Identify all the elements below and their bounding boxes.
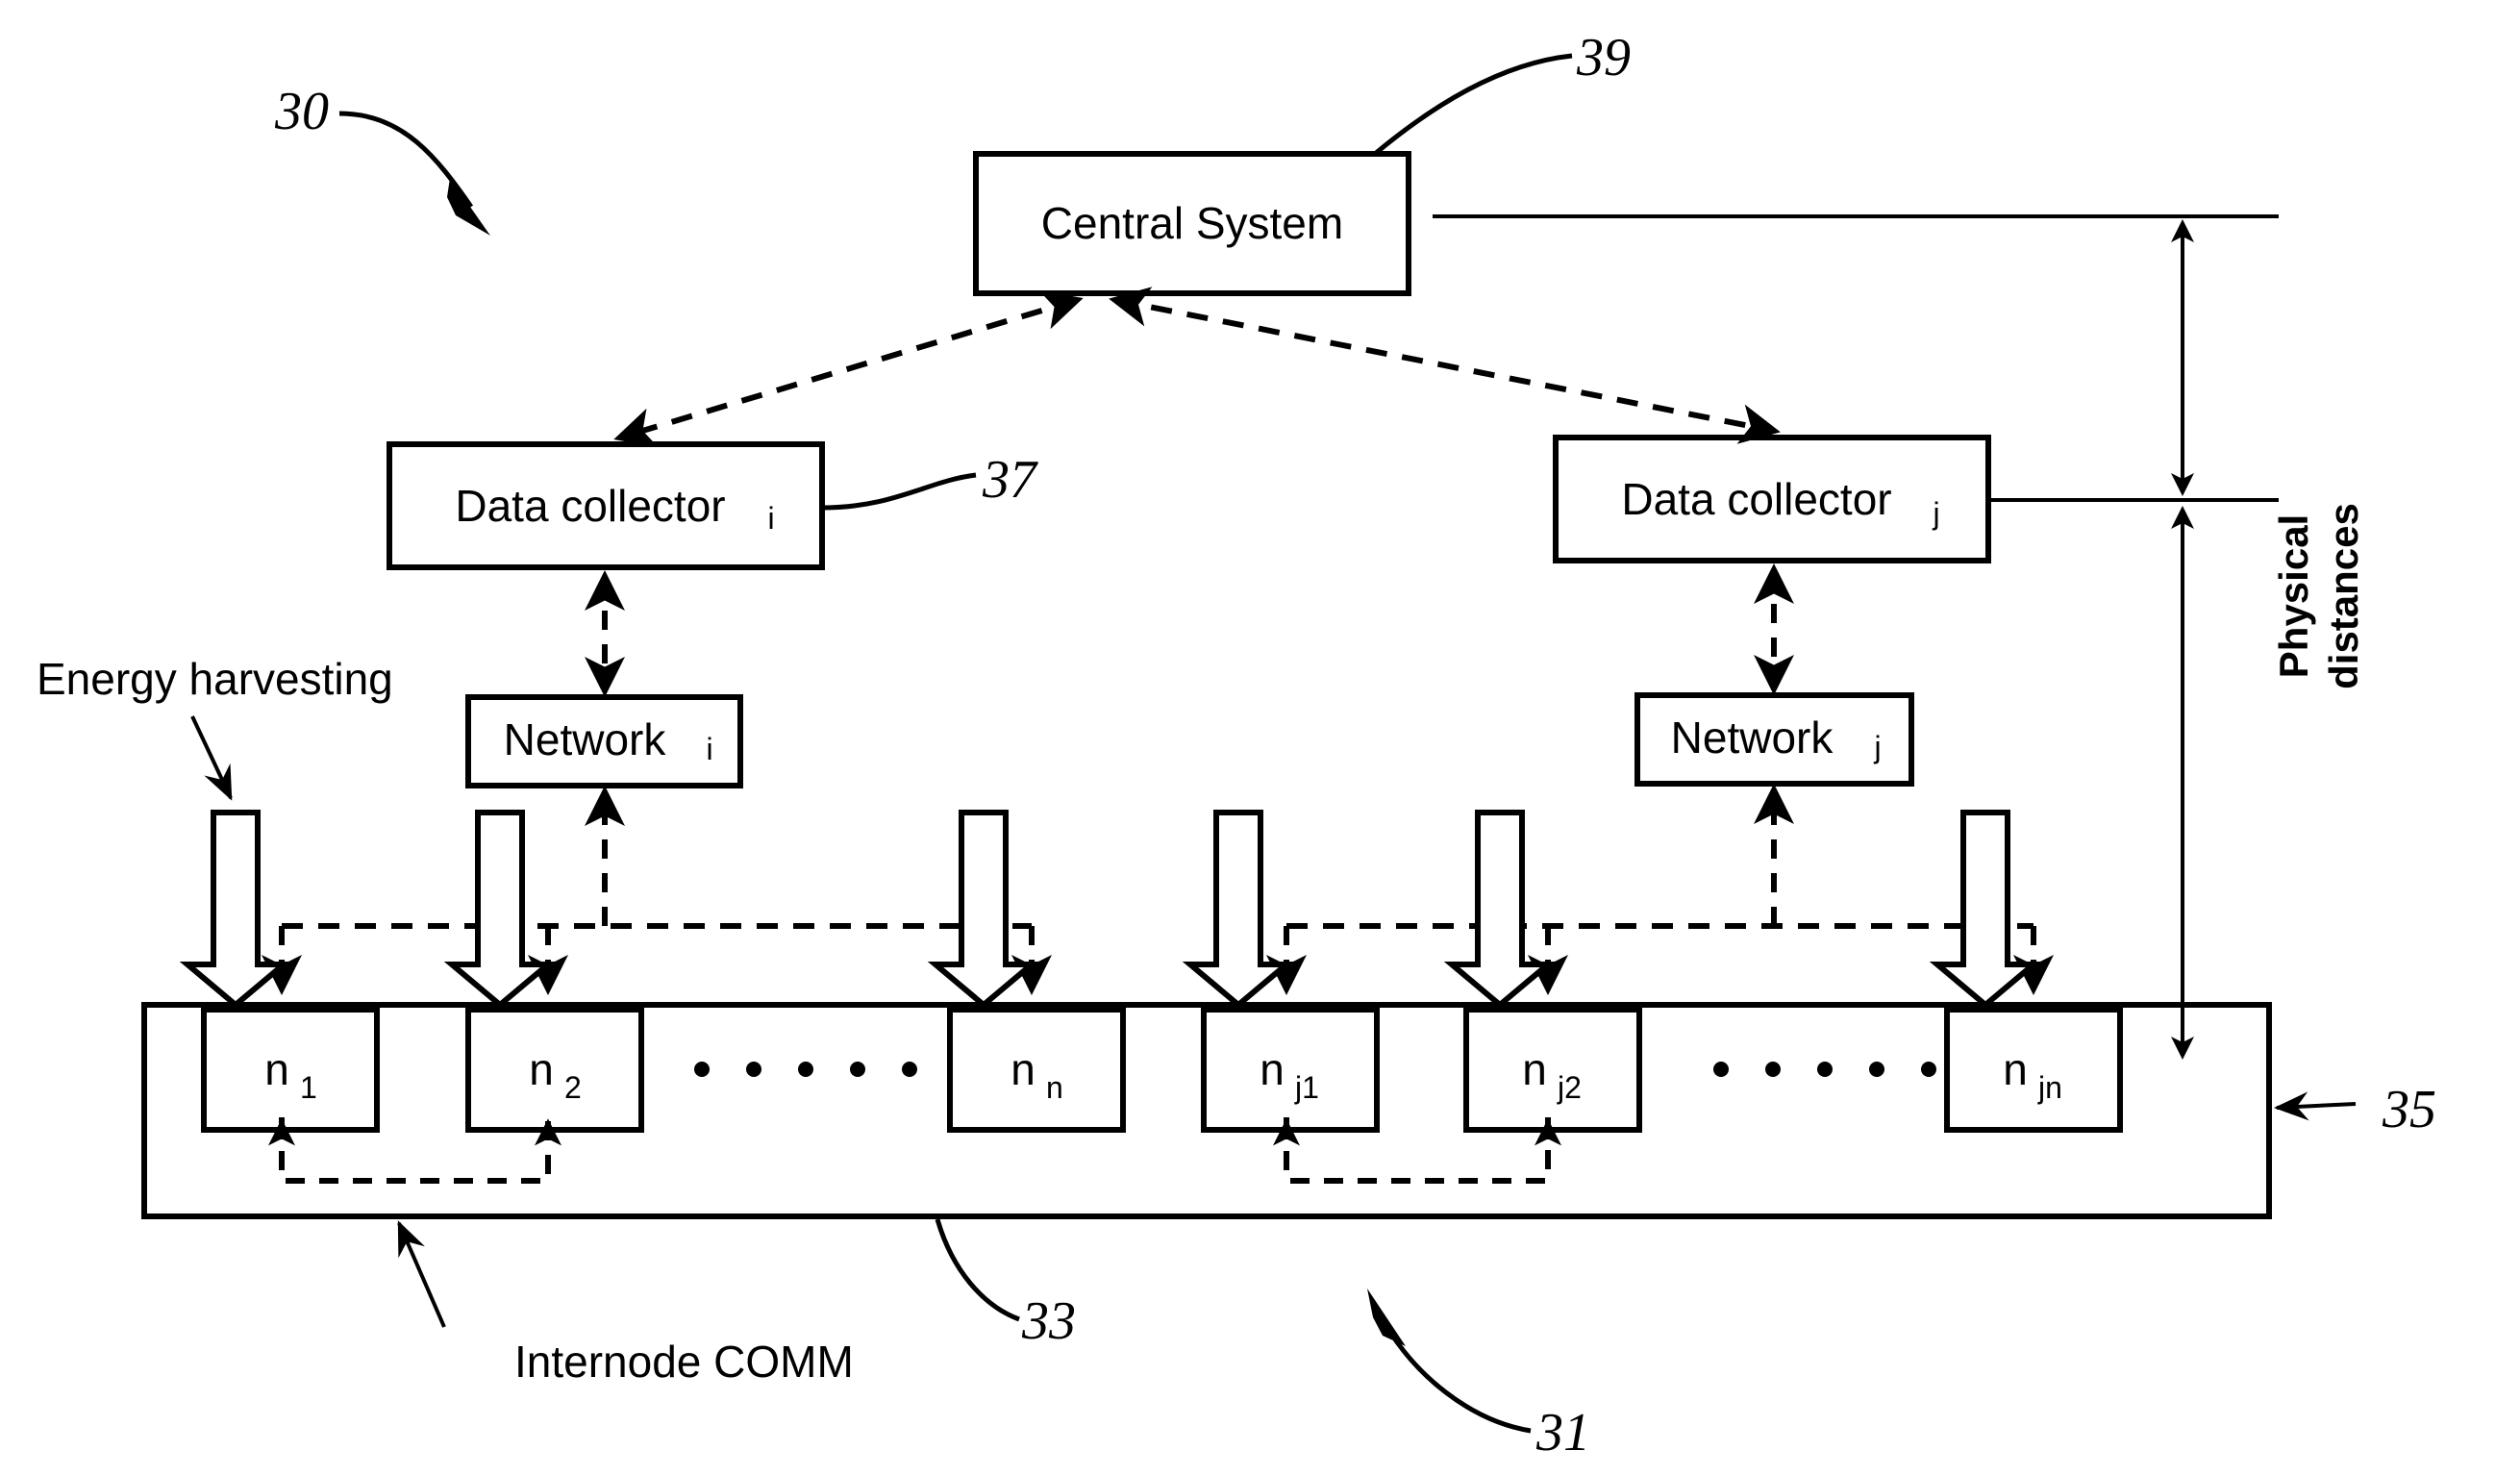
energy-harvest-arrow-n1	[179, 810, 292, 1009]
dashed-bus-group-j	[1266, 923, 2054, 995]
node-njn-subscript: jn	[2037, 1070, 2062, 1105]
ref-numeral-37: 37	[982, 450, 1038, 510]
node-njn-box[interactable]	[1944, 1007, 2123, 1133]
energy-harvest-arrow-nj2	[1443, 810, 1557, 1009]
energy-harvest-arrow-n2	[443, 810, 557, 1009]
network-j-label: Network	[1671, 713, 1834, 763]
data-collector-j-label: Data collector	[1621, 474, 1891, 524]
ref-33-leader	[935, 1218, 1020, 1322]
link-central-to-collector-j	[1109, 287, 1781, 444]
energy-harvest-arrow-nn	[927, 810, 1040, 1009]
ref-numeral-31: 31	[1535, 1403, 1590, 1463]
ref-31-leader	[1367, 1288, 1532, 1434]
ref-35-leader	[2274, 1091, 2357, 1121]
ref-numeral-30: 30	[274, 82, 329, 141]
ref-numeral-33: 33	[1021, 1291, 1076, 1351]
ref-30-leader	[338, 111, 490, 236]
node-n2-subscript: 2	[564, 1070, 582, 1105]
node-nj2-label: n	[1522, 1044, 1547, 1094]
data-collector-i-subscript: i	[767, 501, 774, 536]
node-nj1-label: n	[1260, 1044, 1285, 1094]
data-collector-i-label: Data collector	[455, 481, 725, 531]
node-n1-subscript: 1	[300, 1070, 317, 1105]
energy-harvest-arrow-nj1	[1182, 810, 1295, 1009]
node-nj2-box[interactable]	[1463, 1007, 1642, 1133]
internode-comm-label: Internode COMM	[514, 1337, 854, 1387]
ellipsis-right	[1713, 1062, 1936, 1077]
patent-figure: Central System Data collector i Data col…	[0, 0, 2520, 1476]
node-nn-subscript: n	[1046, 1070, 1063, 1105]
node-nn-box[interactable]	[947, 1007, 1126, 1133]
node-n1-box[interactable]	[201, 1007, 380, 1133]
ref-numeral-39: 39	[1576, 28, 1631, 88]
data-collector-j-subscript: j	[1932, 496, 1939, 531]
physical-distances-label: Physical distances	[2271, 503, 2366, 689]
ref-37-leader	[821, 472, 977, 511]
physical-distances-line1: Physical	[2271, 514, 2316, 678]
node-nj2-subscript: j2	[1557, 1070, 1582, 1105]
network-i-subscript: i	[706, 732, 712, 766]
network-i-label: Network	[504, 714, 667, 764]
node-n2-label: n	[529, 1044, 554, 1094]
network-j-subscript: j	[1873, 730, 1881, 764]
physical-distances-line2: distances	[2321, 503, 2366, 689]
ref-39-leader	[1373, 53, 1573, 156]
dashed-bus-group-i	[262, 923, 1052, 995]
energy-harvesting-leader	[190, 715, 233, 801]
node-nn-label: n	[1010, 1044, 1035, 1094]
node-njn-label: n	[2003, 1044, 2028, 1094]
node-nj1-box[interactable]	[1201, 1007, 1380, 1133]
node-nj1-subscript: j1	[1294, 1070, 1319, 1105]
central-system-label: Central System	[1041, 198, 1343, 248]
node-n2-box[interactable]	[465, 1007, 644, 1133]
ref-numeral-35: 35	[2382, 1080, 2436, 1139]
energy-harvesting-label: Energy harvesting	[37, 654, 393, 704]
ellipsis-left	[694, 1062, 917, 1077]
diagram-canvas: Central System Data collector i Data col…	[37, 28, 2436, 1463]
link-central-to-collector-i	[613, 289, 1084, 448]
node-n1-label: n	[264, 1044, 289, 1094]
energy-harvest-arrow-njn	[1929, 810, 2042, 1009]
internode-comm-leader	[397, 1220, 446, 1328]
